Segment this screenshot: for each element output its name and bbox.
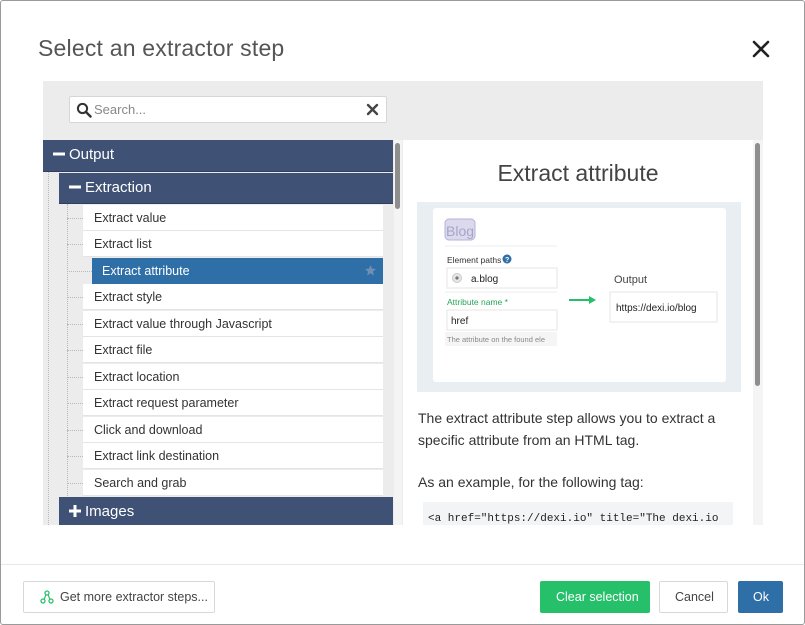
tree-item-extract-value-js[interactable]: Extract value through Javascript xyxy=(83,311,383,337)
scrollbar-thumb[interactable] xyxy=(755,143,760,386)
button-label: Get more extractor steps... xyxy=(60,590,208,604)
illustration-graphic: Blog Element paths ? a.blog Attribute na… xyxy=(444,218,718,346)
tree-item-search-and-grab[interactable]: Search and grab xyxy=(83,470,383,496)
tree-connector xyxy=(67,218,83,219)
step-preview: Extract attribute Blog Element paths ? a… xyxy=(403,140,753,525)
tree-item-label: Extract value xyxy=(94,211,167,225)
tree-connector xyxy=(67,403,83,404)
step-tree: Output Extraction Extract value Extract … xyxy=(43,140,393,525)
search-box xyxy=(69,96,387,123)
button-label: Clear selection xyxy=(556,590,639,604)
tree-item-label: Extract request parameter xyxy=(94,396,239,410)
tree-connector xyxy=(67,271,92,272)
tree-item-extract-style[interactable]: Extract style xyxy=(83,284,383,310)
tree-group-output[interactable]: Output xyxy=(43,140,393,172)
tree-connector xyxy=(67,483,83,484)
illustration-card: Blog Element paths ? a.blog Attribute na… xyxy=(433,208,726,382)
star-icon[interactable] xyxy=(364,264,377,277)
svg-text:?: ? xyxy=(505,257,509,264)
collapse-icon xyxy=(69,185,81,189)
cancel-button[interactable]: Cancel xyxy=(659,581,728,613)
tree-group-label: Output xyxy=(69,146,115,163)
tree-item-click-and-download[interactable]: Click and download xyxy=(83,417,383,443)
illustration-element-paths-label: Element paths xyxy=(447,255,501,265)
tree-item-label: Extract file xyxy=(94,343,153,357)
tree-connector xyxy=(67,244,83,245)
dialog-title: Select an extractor step xyxy=(38,35,285,61)
tree-guide xyxy=(67,204,68,502)
tree-guide xyxy=(48,172,49,525)
tree-connector xyxy=(67,430,83,431)
preview-scrollbar[interactable] xyxy=(753,140,763,525)
tree-group-images[interactable]: Images xyxy=(59,497,393,525)
illustration-heading: Blog xyxy=(446,223,474,239)
tree-item-extract-attribute[interactable]: Extract attribute xyxy=(92,258,383,284)
button-label: Ok xyxy=(753,590,769,604)
tree-item-extract-request-parameter[interactable]: Extract request parameter xyxy=(83,390,383,416)
illustration-output-value: https://dexi.io/blog xyxy=(616,303,697,314)
tree-item-extract-link-destination[interactable]: Extract link destination xyxy=(83,443,383,469)
expand-icon xyxy=(69,505,81,517)
tree-item-extract-value[interactable]: Extract value xyxy=(83,205,383,231)
tree-item-label: Click and download xyxy=(94,423,203,437)
preview-code-snippet: <a href="https://dexi.io" title="The dex… xyxy=(423,502,733,525)
tree-item-label: Extract link destination xyxy=(94,449,220,463)
tree-group-label: Extraction xyxy=(85,179,152,196)
collapse-icon xyxy=(53,152,65,156)
tree-item-label: Extract value through Javascript xyxy=(94,317,272,331)
search-icon xyxy=(76,102,92,118)
tree-item-extract-list[interactable]: Extract list xyxy=(83,231,383,257)
tree-group-extraction[interactable]: Extraction xyxy=(59,173,393,204)
scrollbar-thumb[interactable] xyxy=(395,143,400,209)
preview-example-intro: As an example, for the following tag: xyxy=(418,474,644,490)
close-icon[interactable] xyxy=(749,37,773,61)
tree-item-label: Extract attribute xyxy=(102,264,190,278)
clear-selection-button[interactable]: Clear selection xyxy=(540,581,650,613)
tree-item-label: Search and grab xyxy=(94,476,187,490)
tree-item-extract-location[interactable]: Extract location xyxy=(83,364,383,390)
tree-connector xyxy=(67,297,83,298)
footer-divider xyxy=(1,564,804,565)
dialog-body: Output Extraction Extract value Extract … xyxy=(43,81,763,525)
extractor-step-dialog: Select an extractor step Output Extracti… xyxy=(0,0,805,625)
tree-item-label: Extract style xyxy=(94,290,163,304)
button-label: Cancel xyxy=(675,590,714,604)
tree-scrollbar[interactable] xyxy=(394,140,402,525)
tree-item-label: Extract list xyxy=(94,237,152,251)
code-text: <a href="https://dexi.io" title="The dex… xyxy=(428,513,719,525)
clear-search-icon[interactable] xyxy=(366,103,379,116)
tree-item-label: Extract location xyxy=(94,370,180,384)
preview-description: The extract attribute step allows you to… xyxy=(418,410,716,448)
illustration-helper-text: The attribute on the found ele xyxy=(447,335,545,344)
share-icon xyxy=(40,590,54,604)
get-more-steps-button[interactable]: Get more extractor steps... xyxy=(23,581,215,613)
illustration-output-label: Output xyxy=(614,274,647,286)
tree-connector xyxy=(67,377,83,378)
tree-connector xyxy=(67,324,83,325)
tree-item-extract-file[interactable]: Extract file xyxy=(83,337,383,363)
ok-button[interactable]: Ok xyxy=(738,581,783,613)
search-input[interactable] xyxy=(94,100,354,119)
illustration-attribute-value: href xyxy=(451,316,468,327)
tree-connector xyxy=(67,350,83,351)
illustration-element-path: a.blog xyxy=(471,274,498,285)
tree-group-label: Images xyxy=(85,503,135,520)
preview-title: Extract attribute xyxy=(497,160,659,186)
tree-connector xyxy=(67,456,83,457)
illustration-attribute-label: Attribute name * xyxy=(447,297,509,307)
preview-illustration: Blog Element paths ? a.blog Attribute na… xyxy=(417,202,741,392)
